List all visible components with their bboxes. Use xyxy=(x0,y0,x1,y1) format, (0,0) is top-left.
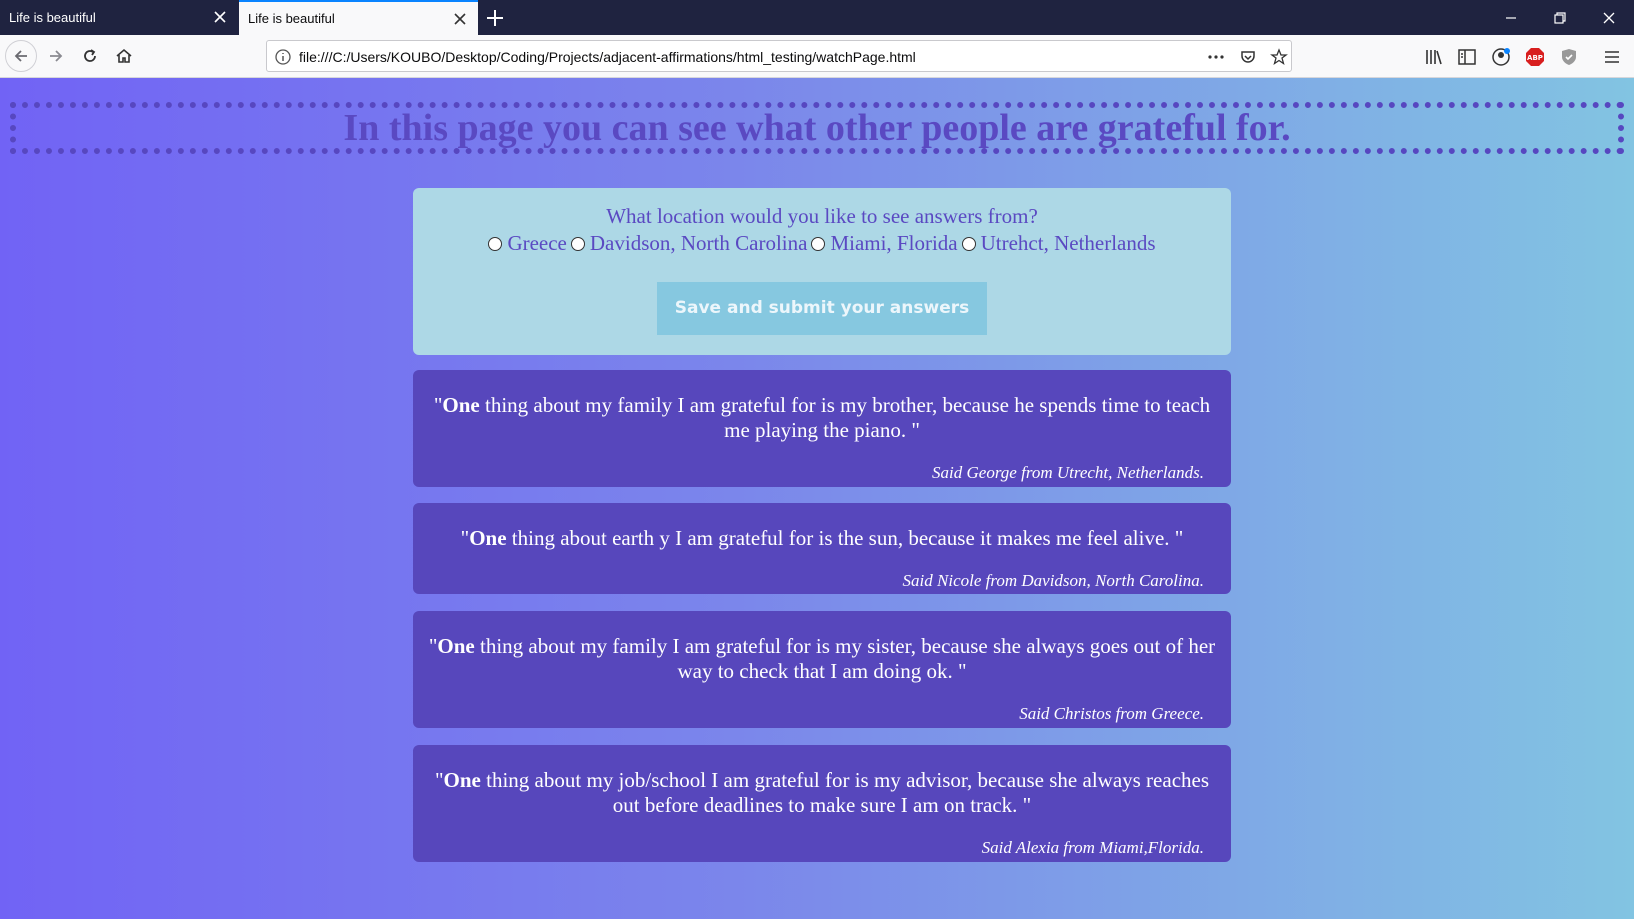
tab-strip: Life is beautiful Life is beautiful xyxy=(0,0,1634,35)
forward-arrow-icon xyxy=(50,50,63,62)
home-button[interactable] xyxy=(110,42,138,70)
answer-author: Said Nicole from Davidson, North Carolin… xyxy=(902,571,1204,590)
answer-quote: "One thing about earth y I am grateful f… xyxy=(460,526,1184,550)
location-options: Greece Davidson, North Carolina Miami, F… xyxy=(413,231,1231,256)
info-icon[interactable] xyxy=(274,48,292,66)
location-option-davidson[interactable]: Davidson, North Carolina xyxy=(570,231,808,256)
close-window-icon[interactable] xyxy=(1599,8,1619,28)
page-banner: In this page you can see what other peop… xyxy=(10,102,1624,154)
tab-inactive[interactable]: Life is beautiful xyxy=(0,0,238,35)
tab-active[interactable]: Life is beautiful xyxy=(239,0,478,35)
forward-button[interactable] xyxy=(42,42,70,70)
url-bar[interactable]: file:///C:/Users/KOUBO/Desktop/Coding/Pr… xyxy=(266,40,1292,72)
answer-quote: "One thing about my family I am grateful… xyxy=(428,634,1216,683)
home-icon xyxy=(116,48,132,63)
submit-answers-button[interactable]: Save and submit your answers xyxy=(657,282,987,335)
answer-author: Said George from Utrecht, Netherlands. xyxy=(932,463,1204,482)
answer-quote: "One thing about my job/school I am grat… xyxy=(434,768,1210,817)
back-arrow-icon xyxy=(14,50,27,62)
pocket-icon[interactable] xyxy=(1239,48,1257,66)
new-tab-icon[interactable] xyxy=(484,7,506,29)
reload-button[interactable] xyxy=(76,42,104,70)
question-prompt: What location would you like to see answ… xyxy=(606,204,1038,228)
reload-icon xyxy=(84,49,96,62)
library-icon[interactable] xyxy=(1424,47,1444,67)
answer-card: "One thing about my family I am grateful… xyxy=(413,611,1231,728)
radio-button[interactable] xyxy=(811,236,826,251)
option-label: Utrehct, Netherlands xyxy=(980,231,1156,255)
back-button[interactable] xyxy=(5,40,37,72)
quote-lead: One xyxy=(442,393,480,417)
answer-card: "One thing about my family I am grateful… xyxy=(413,370,1231,487)
radio-button[interactable] xyxy=(570,236,585,251)
radio-button[interactable] xyxy=(488,236,503,251)
adblock-icon[interactable]: ABP xyxy=(1525,47,1545,67)
answer-card: "One thing about my job/school I am grat… xyxy=(413,745,1231,862)
answer-quote: "One thing about my family I am grateful… xyxy=(433,393,1211,442)
shield-icon[interactable] xyxy=(1559,47,1579,67)
location-option-utrecht[interactable]: Utrehct, Netherlands xyxy=(961,231,1156,256)
menu-icon[interactable] xyxy=(1602,47,1622,67)
quote-text: thing about my job/school I am grateful … xyxy=(480,768,1210,817)
location-option-miami[interactable]: Miami, Florida xyxy=(811,231,958,256)
quote-text: thing about my family I am grateful for … xyxy=(479,393,1211,442)
location-option-greece[interactable]: Greece xyxy=(488,231,567,256)
quote-lead: One xyxy=(437,634,475,658)
account-icon[interactable] xyxy=(1491,47,1511,67)
option-label: Greece xyxy=(507,231,567,255)
sidebar-icon[interactable] xyxy=(1457,47,1477,67)
answer-author: Said Alexia from Miami,Florida. xyxy=(981,838,1204,857)
location-question-panel: What location would you like to see answ… xyxy=(413,188,1231,355)
close-tab-icon[interactable] xyxy=(212,9,228,25)
option-label: Miami, Florida xyxy=(830,231,958,255)
option-label: Davidson, North Carolina xyxy=(589,231,808,255)
quote-text: thing about my family I am grateful for … xyxy=(474,634,1216,683)
url-text: file:///C:/Users/KOUBO/Desktop/Coding/Pr… xyxy=(299,49,916,65)
page-actions-icon[interactable] xyxy=(1207,48,1225,66)
nav-bar: file:///C:/Users/KOUBO/Desktop/Coding/Pr… xyxy=(0,35,1634,78)
page-title: In this page you can see what other peop… xyxy=(343,107,1291,149)
tab-title: Life is beautiful xyxy=(9,10,96,25)
page-content: In this page you can see what other peop… xyxy=(0,78,1634,919)
tab-title: Life is beautiful xyxy=(248,11,335,26)
bookmark-star-icon[interactable] xyxy=(1270,48,1288,66)
close-tab-icon[interactable] xyxy=(452,11,468,27)
quote-lead: One xyxy=(443,768,481,792)
radio-button[interactable] xyxy=(961,236,976,251)
minimize-icon[interactable] xyxy=(1501,8,1521,28)
quote-lead: One xyxy=(469,526,507,550)
answer-card: "One thing about earth y I am grateful f… xyxy=(413,503,1231,594)
answer-author: Said Christos from Greece. xyxy=(1019,704,1204,723)
quote-text: thing about earth y I am grateful for is… xyxy=(506,526,1184,550)
restore-icon[interactable] xyxy=(1550,8,1570,28)
svg-text:ABP: ABP xyxy=(1527,54,1543,62)
